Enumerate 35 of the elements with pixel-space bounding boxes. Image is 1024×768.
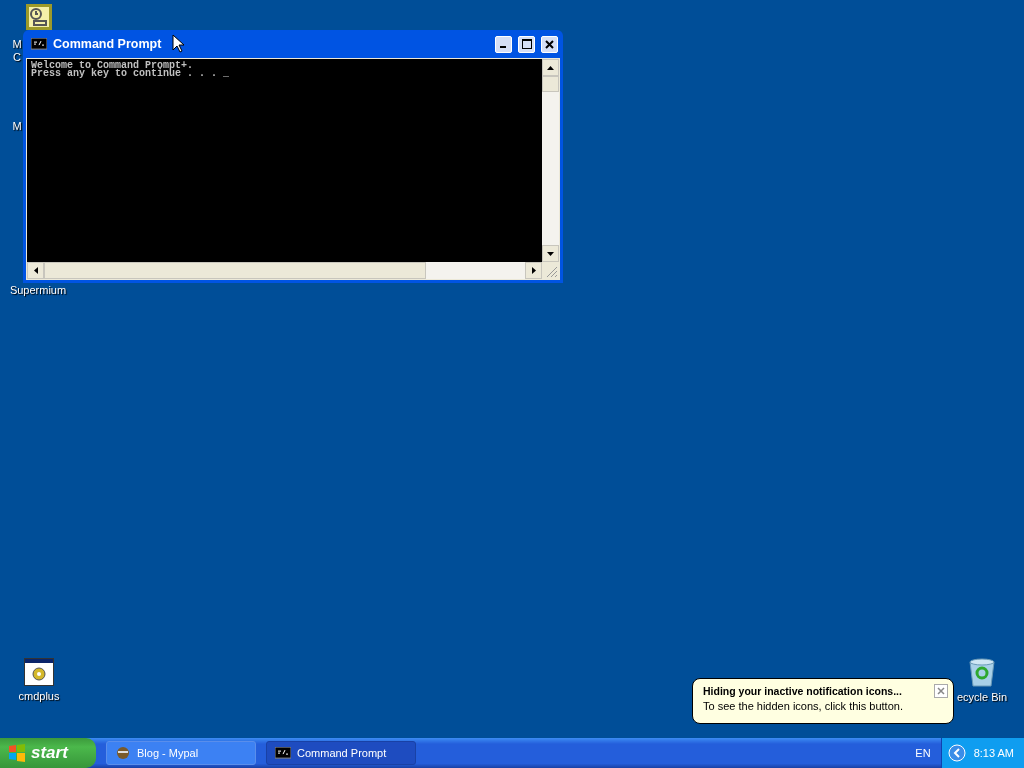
browser-icon [115, 745, 131, 761]
scroll-up-icon[interactable] [542, 59, 559, 76]
recycle-bin-icon[interactable] [968, 657, 996, 687]
scroll-right-icon[interactable] [525, 262, 542, 279]
maximize-button[interactable] [518, 35, 535, 53]
console-line: Press any key to continue . . . _ [31, 70, 231, 78]
scroll-down-icon[interactable] [542, 245, 559, 262]
maximize-icon [521, 39, 532, 49]
close-icon [545, 39, 554, 49]
balloon-title: Hiding your inactive notification icons... [703, 685, 902, 697]
console-icon [275, 747, 291, 759]
scroll-thumb[interactable] [44, 262, 426, 279]
horizontal-scrollbar[interactable] [27, 262, 542, 279]
language-indicator[interactable]: EN [915, 747, 931, 759]
icon-label[interactable]: Supermium [9, 284, 67, 296]
icon-label[interactable]: C [13, 51, 21, 63]
taskbar-button[interactable]: Command Prompt [266, 741, 416, 765]
balloon-text: To see the hidden icons, click this button. [703, 700, 904, 712]
taskbar-button[interactable]: Blog - Mypal [106, 741, 256, 765]
scroll-left-icon[interactable] [27, 262, 44, 279]
minimize-button[interactable] [495, 35, 512, 53]
show-hidden-icons-icon[interactable] [947, 744, 966, 762]
clock-mail-icon[interactable] [26, 4, 52, 30]
program-window-icon[interactable] [24, 658, 54, 686]
close-icon [937, 687, 945, 695]
scroll-thumb[interactable] [542, 76, 559, 92]
icon-label[interactable]: ecycle Bin [956, 691, 1008, 703]
cursor-icon [172, 34, 184, 53]
icon-label[interactable]: M [12, 120, 22, 132]
icon-label[interactable]: M [12, 38, 22, 50]
icon-label[interactable]: cmdplus [18, 690, 60, 702]
console-icon [31, 38, 47, 50]
windows-logo-icon [8, 744, 26, 762]
vertical-scrollbar[interactable] [542, 59, 559, 262]
window-title: Command Prompt [53, 37, 162, 51]
